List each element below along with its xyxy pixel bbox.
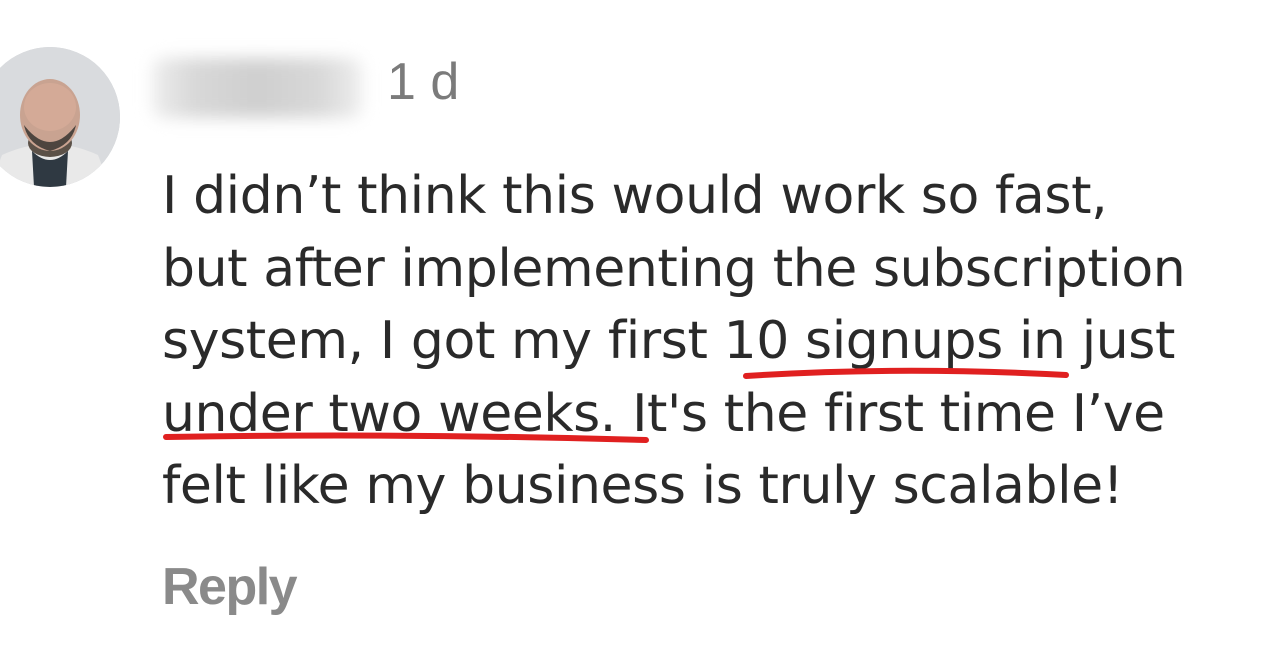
comment-line-5: felt like my business is truly scalable! <box>162 450 1262 523</box>
comment-text-segment: in just <box>1002 311 1175 371</box>
comment-line-2: but after implementing the subscription <box>162 233 1262 306</box>
username-blurred[interactable] <box>152 58 362 118</box>
comment-text-segment: felt like my business is truly scalable! <box>162 456 1124 516</box>
reply-button[interactable]: Reply <box>162 555 298 619</box>
comment: 1 d I didn’t think this would work so fa… <box>0 0 1265 653</box>
comment-line-3: system, I got my first 10 signups in jus… <box>162 305 1262 378</box>
comment-text: I didn’t think this would work so fast, … <box>162 160 1262 523</box>
comment-text-segment: system, I got my first <box>162 311 724 371</box>
comment-text-segment: I didn’t think this would work so fast, <box>162 166 1108 226</box>
avatar-image <box>0 47 120 187</box>
comment-text-segment: but after implementing the subscription <box>162 238 1186 299</box>
highlighted-phrase-signups: 10 signups <box>723 311 1004 371</box>
comment-text-segment: It's the first time I’ve <box>615 383 1165 444</box>
avatar[interactable] <box>0 47 120 187</box>
comment-line-1: I didn’t think this would work so fast, <box>162 160 1262 233</box>
comment-line-4: under two weeks. It's the first time I’v… <box>162 378 1262 451</box>
timestamp: 1 d <box>387 53 460 111</box>
highlighted-phrase-weeks: under two weeks. <box>162 383 616 444</box>
